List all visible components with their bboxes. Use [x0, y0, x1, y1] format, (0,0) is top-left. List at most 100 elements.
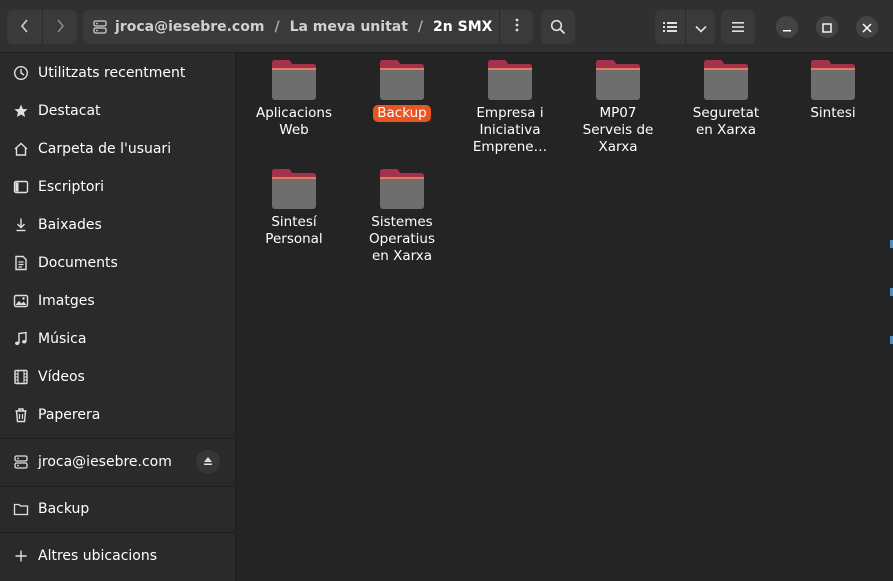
folder-item-selected[interactable]: Backup	[348, 59, 456, 122]
list-view-button[interactable]	[655, 10, 685, 44]
folder-label: Backup	[373, 105, 431, 122]
folder-label: Sintesí Personal	[244, 214, 344, 248]
clock-icon	[12, 64, 30, 82]
sidebar-item-label: jroca@iesebre.com	[38, 454, 172, 470]
main-menu-button[interactable]	[721, 10, 755, 44]
maximize-icon	[822, 18, 832, 37]
navigation-buttons	[7, 10, 77, 44]
video-icon	[12, 368, 30, 386]
folder-label-line: Emprene…	[472, 139, 548, 155]
sidebar-item-starred[interactable]: Destacat	[0, 92, 236, 130]
folder-label-line: Aplicacions	[255, 105, 333, 121]
folder-label-line: Sistemes	[371, 214, 433, 230]
folder-item[interactable]: Empresa i Iniciativa Emprene…	[456, 59, 564, 156]
desktop-icon	[12, 178, 30, 196]
view-options-button[interactable]	[685, 10, 715, 44]
view-controls	[655, 10, 715, 44]
chevron-right-icon	[55, 18, 65, 37]
folder-label-line: Sintesí	[271, 214, 317, 230]
sidebar-item-label: Utilitzats recentment	[38, 65, 186, 81]
folder-label: Aplicacions Web	[244, 105, 344, 139]
sidebar-item-documents[interactable]: Documents	[0, 244, 236, 282]
folder-label: MP07 Serveis de Xarxa	[568, 105, 668, 156]
plus-icon	[12, 547, 30, 565]
sidebar-divider	[0, 486, 236, 487]
document-icon	[12, 254, 30, 272]
folder-label: Sistemes Operatius en Xarxa	[352, 214, 452, 265]
eject-icon	[203, 454, 213, 470]
sidebar-item-music[interactable]: Música	[0, 320, 236, 358]
folder-label-line: MP07	[599, 105, 637, 121]
breadcrumb-root[interactable]: jroca@iesebre.com	[115, 19, 264, 35]
sidebar-item-recent[interactable]: Utilitzats recentment	[0, 54, 236, 92]
sidebar-item-pictures[interactable]: Imatges	[0, 282, 236, 320]
list-view-icon	[663, 18, 677, 37]
folder-icon	[486, 59, 534, 101]
sidebar-item-label: Carpeta de l'usuari	[38, 141, 172, 157]
folder-icon	[270, 168, 318, 210]
folder-item[interactable]: Sintesi	[779, 59, 887, 122]
forward-button[interactable]	[42, 10, 77, 44]
sidebar-item-videos[interactable]: Vídeos	[0, 358, 236, 396]
eject-button[interactable]	[196, 450, 220, 474]
minimize-button[interactable]	[776, 16, 798, 38]
folder-label-line: Operatius	[369, 231, 435, 247]
folder-label-line: Seguretat	[692, 105, 760, 121]
sidebar-item-label: Paperera	[38, 407, 101, 423]
folder-item[interactable]: Sistemes Operatius en Xarxa	[348, 168, 456, 265]
hamburger-icon	[731, 21, 745, 33]
sidebar-item-home[interactable]: Carpeta de l'usuari	[0, 130, 236, 168]
close-button[interactable]	[856, 16, 878, 38]
chevron-down-icon	[694, 18, 707, 37]
folder-item[interactable]: Aplicacions Web	[240, 59, 348, 139]
folder-label: Sintesi	[783, 105, 883, 122]
maximize-button[interactable]	[816, 16, 838, 38]
sidebar-item-trash[interactable]: Paperera	[0, 396, 236, 434]
folder-icon	[12, 500, 30, 518]
folder-label-line: Personal	[265, 231, 323, 247]
sidebar-item-downloads[interactable]: Baixades	[0, 206, 236, 244]
search-icon	[550, 19, 566, 35]
folder-icon	[378, 168, 426, 210]
search-button[interactable]	[541, 10, 575, 44]
vertical-dots-icon	[515, 18, 519, 36]
folder-item[interactable]: Seguretat en Xarxa	[672, 59, 780, 139]
breadcrumb-separator: /	[417, 19, 424, 35]
folder-view: Aplicacions Web Backup Empresa i Iniciat…	[237, 53, 893, 581]
music-icon	[12, 330, 30, 348]
sidebar-item-mount[interactable]: jroca@iesebre.com	[0, 443, 236, 481]
folder-icon	[270, 59, 318, 101]
network-drive-icon	[12, 453, 30, 471]
sidebar-divider	[0, 438, 236, 439]
image-icon	[12, 292, 30, 310]
sidebar-item-label: Backup	[38, 501, 90, 517]
sidebar-divider	[0, 532, 236, 533]
sidebar-item-desktop[interactable]: Escriptori	[0, 168, 236, 206]
folder-label-line: en Xarxa	[695, 122, 757, 138]
sidebar-item-label: Baixades	[38, 217, 102, 233]
folder-label-line: Iniciativa	[479, 122, 541, 138]
sidebar-item-label: Vídeos	[38, 369, 85, 385]
chevron-left-icon	[20, 18, 30, 37]
folder-label-line: Serveis de	[582, 122, 654, 138]
sidebar-item-other-locations[interactable]: Altres ubicacions	[0, 537, 236, 575]
header-bar: jroca@iesebre.com / La meva unitat / 2n …	[0, 0, 893, 53]
folder-item[interactable]: Sintesí Personal	[240, 168, 348, 248]
close-icon	[862, 18, 872, 37]
sidebar: Utilitzats recentment Destacat Carpeta d…	[0, 53, 236, 581]
folder-icon	[378, 59, 426, 101]
path-menu-button[interactable]	[499, 10, 533, 44]
folder-icon	[594, 59, 642, 101]
sidebar-item-bookmark-backup[interactable]: Backup	[0, 490, 236, 528]
sidebar-item-label: Música	[38, 331, 87, 347]
breadcrumb-current[interactable]: 2n SMX	[433, 19, 492, 35]
breadcrumb-drive[interactable]: La meva unitat	[290, 19, 408, 35]
folder-item[interactable]: MP07 Serveis de Xarxa	[564, 59, 672, 156]
trash-icon	[12, 406, 30, 424]
back-button[interactable]	[7, 10, 42, 44]
folder-label-line: en Xarxa	[371, 248, 433, 264]
sidebar-item-label: Destacat	[38, 103, 101, 119]
minimize-icon	[782, 18, 792, 37]
network-drive-icon	[85, 19, 115, 35]
folder-label-line: Backup	[377, 105, 427, 121]
